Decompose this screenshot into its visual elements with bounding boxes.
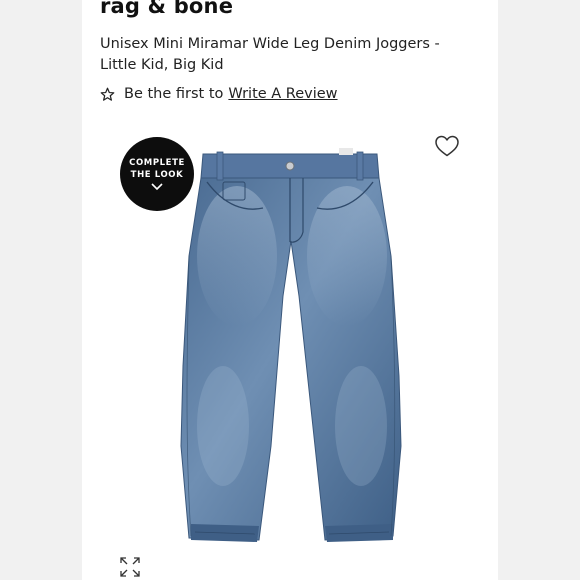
expand-icon[interactable] (119, 556, 141, 578)
heart-icon[interactable] (434, 134, 460, 158)
star-icon (100, 87, 115, 101)
product-title: Unisex Mini Miramar Wide Leg Denim Jogge… (100, 36, 440, 73)
product-image[interactable] (165, 146, 415, 576)
write-review-link[interactable]: Write A Review (228, 86, 337, 102)
product-panel: rag & bone Unisex Mini Miramar Wide Leg … (82, 0, 498, 580)
review-row: Be the first to Write A Review (100, 84, 338, 104)
review-prompt: Be the first to (124, 86, 224, 102)
chevron-down-icon (151, 183, 163, 191)
brand-name[interactable]: rag & bone (100, 0, 233, 18)
